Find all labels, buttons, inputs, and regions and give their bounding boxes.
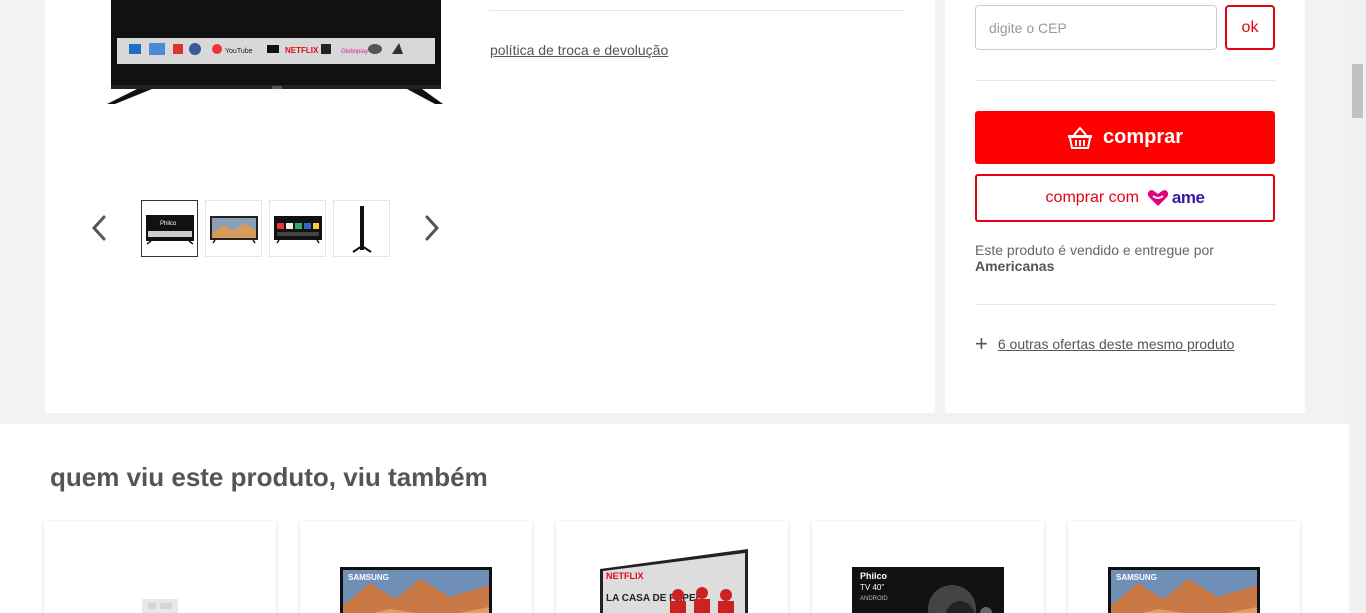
svg-text:NETFLIX: NETFLIX xyxy=(285,46,319,55)
gallery-thumbnail[interactable] xyxy=(333,200,390,257)
cep-input[interactable] xyxy=(975,5,1217,50)
product-card[interactable] xyxy=(44,521,276,613)
divider xyxy=(975,304,1275,305)
product-card[interactable]: NETFLIX LA CASA DE PAPEL xyxy=(556,521,788,613)
divider xyxy=(975,80,1275,81)
svg-text:ANDROID: ANDROID xyxy=(860,596,888,602)
heart-icon xyxy=(1147,190,1168,206)
thumbnail-image xyxy=(351,205,372,253)
scrollbar-thumb[interactable] xyxy=(1352,64,1363,118)
other-offers-link[interactable]: + 6 outras ofertas deste mesmo produto xyxy=(975,331,1235,356)
other-offers-label: 6 outras ofertas deste mesmo produto xyxy=(997,336,1235,352)
svg-text:YouTube: YouTube xyxy=(225,48,253,55)
gallery-thumbnail[interactable] xyxy=(205,200,262,257)
svg-text:Philco: Philco xyxy=(860,571,888,581)
buy-button[interactable]: comprar xyxy=(975,111,1275,164)
gallery-prev-button[interactable] xyxy=(90,213,108,243)
product-gallery: YouTube NETFLIX Globoplay política de tr… xyxy=(45,0,935,413)
svg-text:LA CASA DE PAPEL: LA CASA DE PAPEL xyxy=(606,593,702,604)
plus-icon: + xyxy=(975,331,988,356)
product-card[interactable]: Philco TV 40" ANDROID xyxy=(812,521,1044,613)
product-image: NETFLIX LA CASA DE PAPEL xyxy=(600,549,748,613)
basket-icon xyxy=(1067,125,1092,149)
product-image: SAMSUNG xyxy=(1108,567,1260,613)
thumbnail-image: Philco xyxy=(145,214,194,245)
svg-text:Philco: Philco xyxy=(160,221,177,227)
ame-button-label: comprar com xyxy=(1045,189,1139,206)
thumbnail-image xyxy=(209,215,258,243)
seller-info: Este produto é vendido e entregue por Am… xyxy=(975,242,1275,274)
gallery-thumbnail[interactable] xyxy=(269,200,326,257)
gallery-next-button[interactable] xyxy=(423,213,441,243)
product-image: Philco TV 40" ANDROID xyxy=(852,567,1004,613)
image-placeholder-icon xyxy=(142,599,178,613)
svg-text:TV 40": TV 40" xyxy=(860,583,884,592)
cep-ok-button[interactable]: ok xyxy=(1225,5,1275,50)
product-main-image: YouTube NETFLIX Globoplay xyxy=(107,0,443,104)
chevron-left-icon xyxy=(91,215,106,241)
svg-text:Globoplay: Globoplay xyxy=(341,49,368,55)
svg-text:SAMSUNG: SAMSUNG xyxy=(1116,573,1157,582)
buy-box: ok comprar comprar com ame Este produto … xyxy=(945,0,1305,413)
product-card[interactable]: SAMSUNG xyxy=(300,521,532,613)
seller-name: Americanas xyxy=(975,258,1055,274)
gallery-thumbnail[interactable]: Philco xyxy=(141,200,198,257)
svg-text:SAMSUNG: SAMSUNG xyxy=(348,573,389,582)
return-policy-link[interactable]: política de troca e devolução xyxy=(490,42,668,58)
product-image: SAMSUNG xyxy=(340,567,492,613)
svg-text:NETFLIX: NETFLIX xyxy=(606,571,644,581)
chevron-right-icon xyxy=(425,215,440,241)
section-title: quem viu este produto, viu também xyxy=(50,462,488,492)
thumbnail-image xyxy=(273,215,322,243)
seller-text: Este produto é vendido e entregue por xyxy=(975,242,1214,258)
product-card[interactable]: SAMSUNG xyxy=(1068,521,1300,613)
buy-button-label: comprar xyxy=(1102,126,1184,148)
divider xyxy=(489,10,905,11)
ame-logo: ame xyxy=(1147,188,1205,208)
ame-brand-text: ame xyxy=(1171,188,1205,207)
buy-with-ame-button[interactable]: comprar com ame xyxy=(975,174,1275,222)
page-scrollbar[interactable] xyxy=(1349,0,1366,613)
recommendations-section: quem viu este produto, viu também SAMSUN… xyxy=(0,424,1349,613)
